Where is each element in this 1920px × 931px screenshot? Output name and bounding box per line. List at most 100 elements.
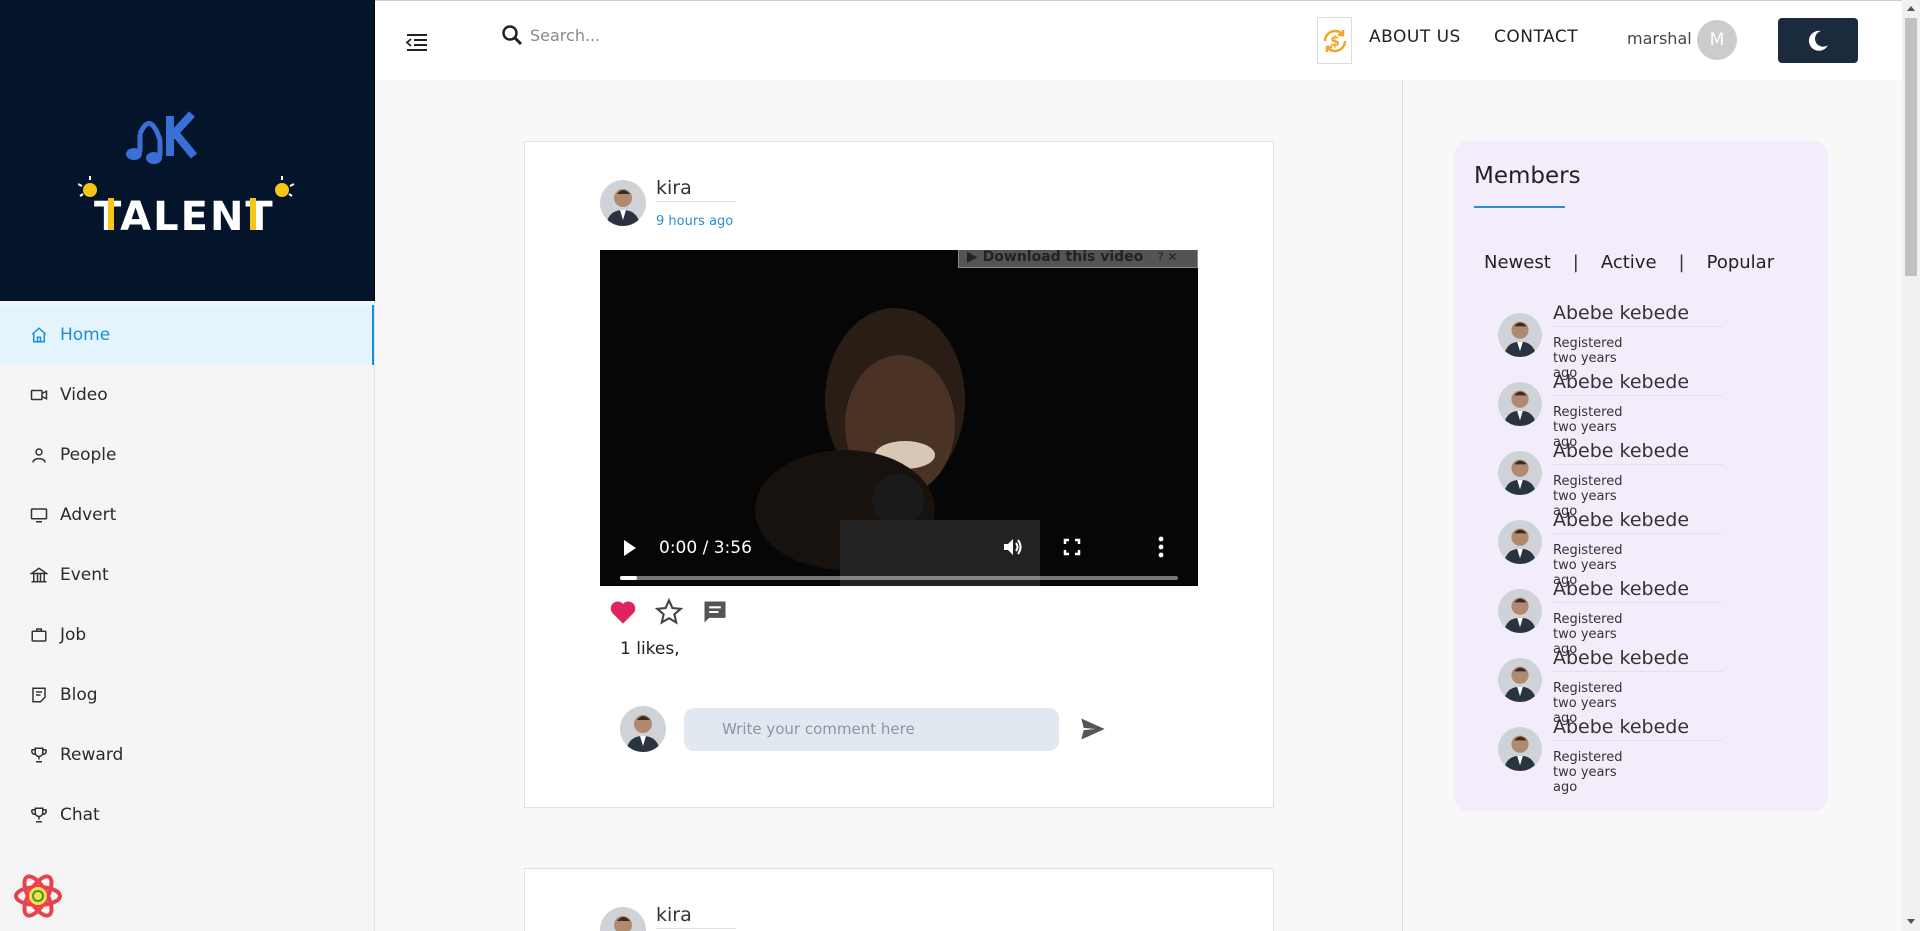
sidebar-item-label: Job <box>60 625 87 645</box>
author-name[interactable]: kira <box>656 904 736 929</box>
search-icon <box>502 25 523 46</box>
member-avatar[interactable] <box>1498 313 1542 357</box>
member-registered: Registered two years ago <box>1553 750 1623 795</box>
star-icon[interactable] <box>655 598 683 626</box>
download-video-label[interactable]: ▶ Download this video <box>967 250 1143 265</box>
member-avatar[interactable] <box>1498 658 1542 702</box>
heart-icon[interactable] <box>609 599 637 625</box>
author-name[interactable]: kira <box>656 177 736 202</box>
brand-logo[interactable]: TALENT <box>78 104 298 234</box>
scroll-down-arrow[interactable] <box>1906 918 1916 926</box>
download-video-bar[interactable]: ▶ Download this video ? ✕ <box>958 250 1198 268</box>
post-card: kira 9 hours ago ▶ Download this video ?… <box>524 141 1274 808</box>
tab-active[interactable]: Active <box>1601 252 1657 273</box>
sidebar-item-video[interactable]: Video <box>0 365 374 425</box>
volume-icon[interactable] <box>1002 536 1024 558</box>
member-name[interactable]: Abebe kebede <box>1553 509 1723 534</box>
sidebar-item-label: Advert <box>60 505 117 525</box>
member-name[interactable]: Abebe kebede <box>1553 371 1723 396</box>
sidebar-item-advert[interactable]: Advert <box>0 485 374 545</box>
username[interactable]: marshal <box>1627 29 1692 48</box>
svg-text:$: $ <box>1330 34 1340 50</box>
members-title-underline <box>1474 206 1565 208</box>
scroll-up-arrow[interactable] <box>1906 4 1916 12</box>
trophy-icon <box>30 746 48 764</box>
video-progress-fill <box>620 576 637 580</box>
commenter-avatar <box>620 706 666 752</box>
building-icon <box>30 566 48 584</box>
menu-collapse-icon[interactable] <box>405 31 429 53</box>
moon-icon <box>1808 30 1828 51</box>
post-actions <box>609 598 729 626</box>
nav-contact[interactable]: CONTACT <box>1494 27 1578 47</box>
members-title: Members <box>1474 163 1581 189</box>
author-avatar[interactable] <box>600 180 646 226</box>
members-tabs: Newest | Active | Popular <box>1484 252 1774 273</box>
post-card: kira <box>524 868 1274 931</box>
video-progress-track[interactable] <box>620 576 1178 580</box>
member-name[interactable]: Abebe kebede <box>1553 302 1723 327</box>
comment-icon[interactable] <box>701 598 729 626</box>
tab-separator: | <box>1678 252 1685 273</box>
trophy-icon <box>30 806 48 824</box>
member-avatar[interactable] <box>1498 382 1542 426</box>
member-name[interactable]: Abebe kebede <box>1553 578 1723 603</box>
home-icon <box>30 326 48 344</box>
briefcase-icon <box>30 626 48 644</box>
nav-about-us[interactable]: ABOUT US <box>1369 27 1461 47</box>
tab-newest[interactable]: Newest <box>1484 252 1551 273</box>
video-controls: 0:00 / 3:56 <box>600 516 1198 586</box>
monitor-icon <box>30 506 48 524</box>
fullscreen-icon[interactable] <box>1063 538 1081 556</box>
sidebar-item-label: Home <box>60 325 111 345</box>
sidebar-item-blog[interactable]: Blog <box>0 665 374 725</box>
comment-input[interactable] <box>684 707 1059 751</box>
sidebar-item-home[interactable]: Home <box>0 305 374 365</box>
content-divider <box>1402 80 1403 931</box>
comment-composer <box>620 706 1107 752</box>
search-box <box>500 23 790 47</box>
sidebar-item-label: Chat <box>60 805 100 825</box>
member-avatar[interactable] <box>1498 451 1542 495</box>
download-bar-close[interactable]: ? ✕ <box>1157 250 1177 264</box>
sidebar-item-label: Reward <box>60 745 124 765</box>
currency-button[interactable]: $ <box>1317 17 1352 64</box>
sidebar-item-event[interactable]: Event <box>0 545 374 605</box>
sidebar-item-reward[interactable]: Reward <box>0 725 374 785</box>
members-panel: Members Newest | Active | Popular Abebe … <box>1454 141 1828 811</box>
sidebar-nav: Home Video People Advert Event Job Blog … <box>0 301 374 845</box>
tab-separator: | <box>1572 252 1579 273</box>
sidebar-item-people[interactable]: People <box>0 425 374 485</box>
user-avatar[interactable]: M <box>1697 20 1737 60</box>
scrollbar-thumb[interactable] <box>1905 18 1917 276</box>
author-avatar[interactable] <box>600 907 646 931</box>
sidebar: TALENT Home Video People Advert Event Jo… <box>0 0 375 931</box>
post-timestamp: 9 hours ago <box>656 214 734 229</box>
sidebar-item-label: Event <box>60 565 109 585</box>
more-options-icon[interactable] <box>1158 536 1164 558</box>
member-name[interactable]: Abebe kebede <box>1553 647 1723 672</box>
tab-popular[interactable]: Popular <box>1707 252 1775 273</box>
sidebar-item-job[interactable]: Job <box>0 605 374 665</box>
app-root: TALENT Home Video People Advert Event Jo… <box>0 0 1920 931</box>
video-player[interactable]: ▶ Download this video ? ✕ 0:00 / 3:56 <box>600 250 1198 586</box>
theme-toggle-button[interactable] <box>1778 18 1858 63</box>
member-avatar[interactable] <box>1498 589 1542 633</box>
member-name[interactable]: Abebe kebede <box>1553 440 1723 465</box>
sidebar-item-chat[interactable]: Chat <box>0 785 374 845</box>
play-icon[interactable] <box>622 538 638 558</box>
member-name[interactable]: Abebe kebede <box>1553 716 1723 741</box>
search-input[interactable] <box>530 25 790 45</box>
member-avatar[interactable] <box>1498 727 1542 771</box>
document-icon <box>30 686 48 704</box>
react-devtools-icon[interactable] <box>12 870 64 922</box>
video-time: 0:00 / 3:56 <box>659 538 752 558</box>
video-icon <box>30 386 48 404</box>
member-avatar[interactable] <box>1498 520 1542 564</box>
currency-exchange-icon: $ <box>1323 29 1346 52</box>
top-header: $ ABOUT US CONTACT marshal M <box>375 0 1902 80</box>
page-scrollbar[interactable] <box>1902 0 1920 931</box>
sidebar-item-label: Blog <box>60 685 98 705</box>
send-icon[interactable] <box>1079 716 1107 742</box>
likes-count: 1 likes, <box>620 639 680 659</box>
